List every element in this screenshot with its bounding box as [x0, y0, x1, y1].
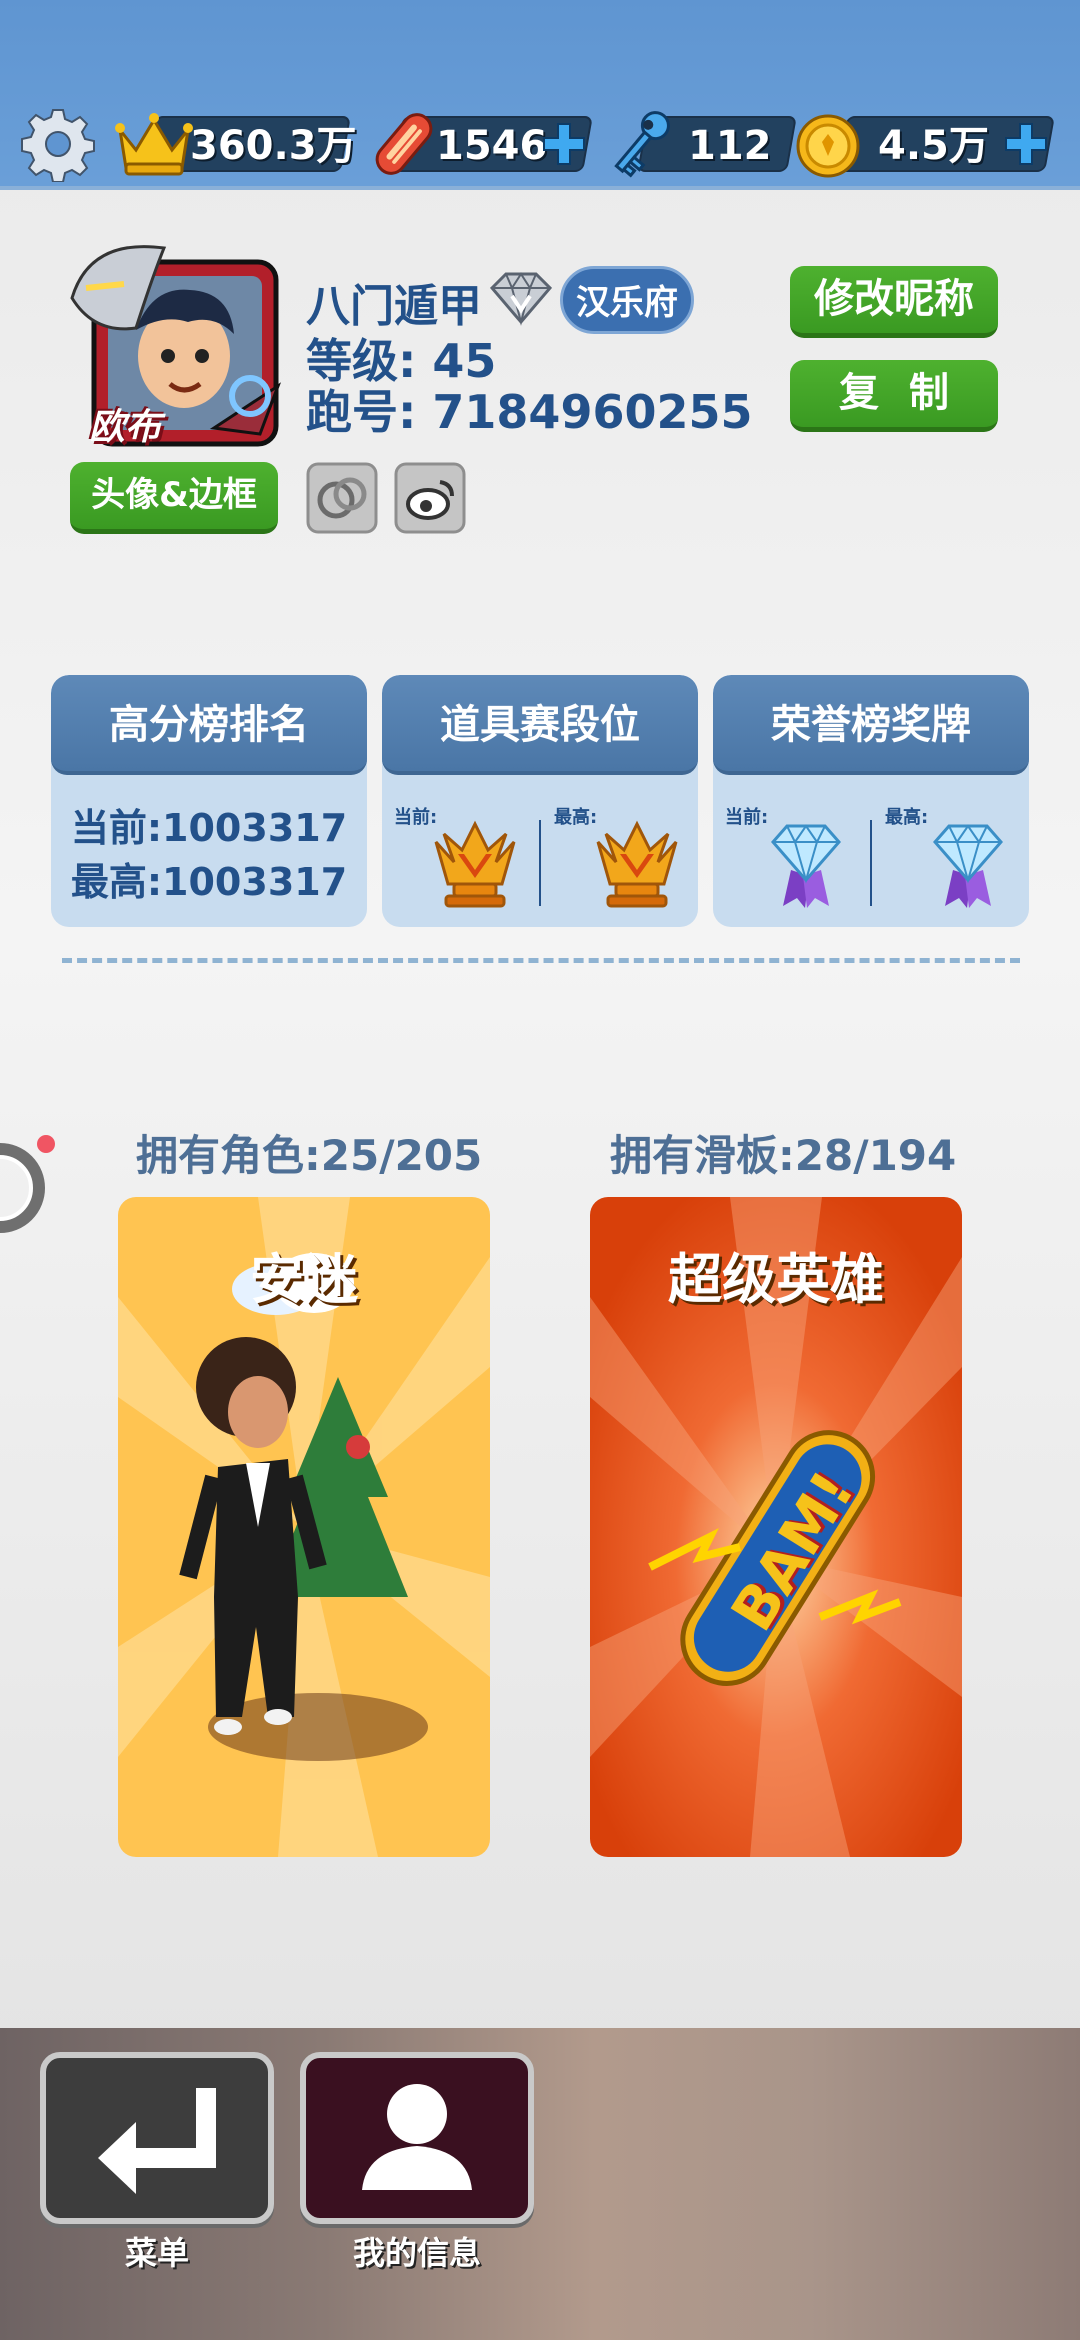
gold-trophy-icon — [434, 820, 516, 908]
copy-id-button[interactable]: 复制 — [790, 360, 998, 432]
honor-divider — [870, 820, 872, 906]
highscore-rank-title: 高分榜排名 — [51, 675, 367, 775]
diamond-medal-best-icon — [933, 824, 1003, 908]
honor-current-label: 当前: — [725, 807, 769, 828]
player-avatar[interactable]: 欧布 — [64, 238, 288, 460]
character-name: 安迷 — [250, 1248, 358, 1311]
item-tier-divider — [539, 820, 541, 906]
board-plus-icon[interactable] — [538, 118, 590, 170]
weibo-link-icon[interactable] — [394, 462, 466, 534]
top-resource-bar: 360.3万 1546 112 4.5万 — [0, 0, 1080, 190]
honor-medal-title: 荣誉榜奖牌 — [713, 675, 1029, 775]
diamond-vip-icon — [489, 272, 553, 326]
highscore-best: 最高:1003317 — [70, 860, 348, 904]
honor-medal-card[interactable]: 荣誉榜奖牌 当前: 最高: — [713, 675, 1029, 927]
wechat-link-icon[interactable] — [306, 462, 378, 534]
menu-button[interactable] — [40, 2052, 274, 2224]
item-tier-current-label: 当前: — [394, 807, 438, 828]
avatar-frame-button[interactable]: 头像&边框 — [70, 462, 278, 534]
characters-owned-count: 拥有角色:25/205 — [136, 1131, 483, 1180]
player-runner-id: 跑号: 7184960255 — [306, 385, 753, 439]
key-icon — [614, 111, 670, 178]
crown-value: 360.3万 — [190, 123, 357, 169]
item-tier-card[interactable]: 道具赛段位 当前: 最高: — [382, 675, 698, 927]
my-info-button[interactable] — [300, 2052, 534, 2224]
highscore-current: 当前:1003317 — [70, 806, 348, 850]
coin-icon — [796, 114, 860, 178]
hoverboard-showcase[interactable]: 超级英雄 BAM! — [590, 1197, 962, 1857]
city-badge[interactable]: 汉乐府 — [560, 266, 694, 334]
section-divider — [62, 958, 1020, 963]
highscore-rank-card[interactable]: 高分榜排名 当前:1003317 最高:1003317 — [51, 675, 367, 927]
diamond-medal-icon — [771, 824, 841, 908]
avatar-caption: 欧布 — [88, 407, 161, 448]
return-arrow-icon — [98, 2088, 216, 2194]
key-value: 112 — [688, 123, 772, 169]
honor-best-label: 最高: — [885, 807, 929, 828]
menu-label: 菜单 — [124, 2234, 189, 2272]
settings-gear-icon[interactable] — [20, 106, 96, 182]
coin-plus-icon[interactable] — [1000, 118, 1052, 170]
item-tier-best-label: 最高: — [554, 807, 598, 828]
board-value: 1546 — [436, 123, 548, 169]
rename-button[interactable]: 修改昵称 — [790, 266, 998, 338]
user-profile-icon — [362, 2084, 472, 2190]
crown-icon — [115, 113, 193, 176]
item-tier-title: 道具赛段位 — [382, 675, 698, 775]
boards-owned-count: 拥有滑板:28/194 — [610, 1131, 957, 1180]
hoverboard-icon — [375, 113, 433, 175]
coin-value: 4.5万 — [878, 123, 989, 169]
my-info-label: 我的信息 — [352, 2234, 481, 2272]
character-showcase[interactable]: 安迷 — [118, 1197, 490, 1857]
gold-trophy-best-icon — [596, 820, 678, 908]
floating-side-button-icon[interactable] — [0, 1130, 56, 1242]
board-name: 超级英雄 — [668, 1248, 884, 1311]
